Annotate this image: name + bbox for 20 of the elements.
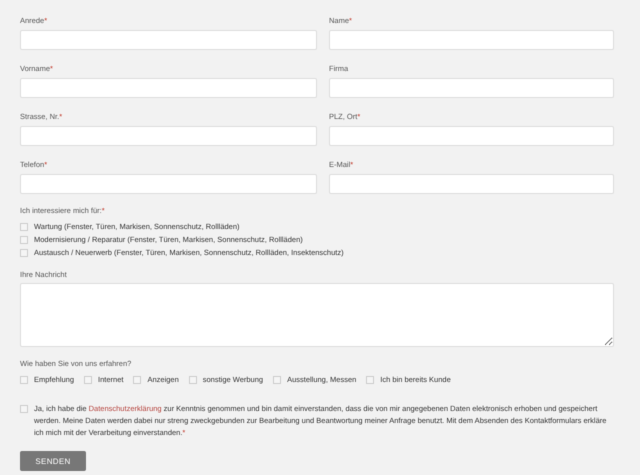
checkbox[interactable] — [20, 405, 28, 413]
input-field[interactable] — [20, 126, 317, 146]
checkbox[interactable] — [133, 376, 142, 384]
submit-button[interactable]: SENDEN — [20, 451, 86, 471]
input-field[interactable] — [20, 174, 317, 194]
checkbox[interactable] — [273, 376, 282, 384]
checkbox[interactable] — [84, 376, 92, 384]
checkbox[interactable] — [20, 376, 28, 384]
checkbox[interactable] — [20, 249, 28, 257]
checkbox[interactable] — [20, 236, 28, 244]
input-field[interactable] — [329, 30, 614, 50]
input-field[interactable] — [20, 78, 317, 98]
checkbox[interactable] — [20, 223, 28, 231]
input-field[interactable] — [329, 174, 614, 194]
checkbox[interactable] — [188, 376, 197, 384]
input-field[interactable] — [20, 30, 317, 50]
checkbox[interactable] — [366, 376, 374, 384]
message-field[interactable] — [20, 283, 614, 347]
input-field[interactable] — [329, 78, 614, 98]
input-field[interactable] — [329, 126, 614, 146]
